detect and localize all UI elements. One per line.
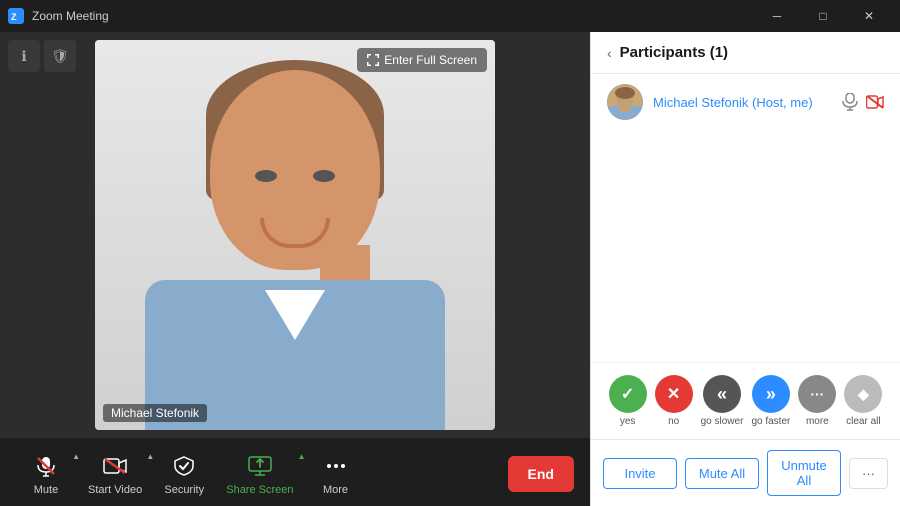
top-icon-bar: ℹ 🛡: [8, 40, 76, 72]
security-button[interactable]: Security: [154, 448, 214, 500]
title-bar-left: Z Zoom Meeting: [8, 8, 109, 24]
svg-text:Z: Z: [11, 12, 17, 22]
participant-name: Michael Stefonik (Host, me): [653, 95, 832, 110]
faster-icon: »: [752, 375, 790, 413]
reaction-no[interactable]: ✕ no: [655, 375, 693, 427]
share-screen-button[interactable]: ▲ Share Screen: [218, 448, 301, 500]
neck: [320, 245, 370, 285]
maximize-button[interactable]: □: [800, 0, 846, 32]
clear-icon: ◆: [844, 375, 882, 413]
main-content: ℹ 🛡: [0, 32, 900, 506]
reaction-clear[interactable]: ◆ clear all: [844, 375, 882, 427]
more-reaction-label: more: [806, 416, 829, 427]
faster-label: go faster: [751, 416, 790, 427]
slower-icon: «: [703, 375, 741, 413]
mute-arrow[interactable]: ▲: [72, 452, 80, 461]
toolbar: ▲ Mute ▲ Start Video: [0, 438, 590, 506]
smile: [260, 218, 330, 248]
no-icon: ✕: [655, 375, 693, 413]
participant-avatar: [607, 84, 643, 120]
share-screen-icon: [246, 452, 274, 480]
security-icon: [170, 452, 198, 480]
yes-icon: ✓: [609, 375, 647, 413]
participant-name-link: Michael Stefonik (Host, me): [653, 95, 813, 110]
video-frame: Enter Full Screen Michael Stefonik: [95, 40, 495, 430]
info-icon: ℹ: [21, 48, 26, 65]
share-arrow[interactable]: ▲: [298, 452, 306, 461]
video-label: Start Video: [88, 484, 142, 496]
minimize-button[interactable]: ─: [754, 0, 800, 32]
no-label: no: [668, 416, 679, 427]
clear-label: clear all: [846, 416, 880, 427]
reaction-slower[interactable]: « go slower: [701, 375, 744, 427]
avatar-image: [607, 84, 643, 120]
participant-video-icon: [866, 95, 884, 109]
portrait-figure: [195, 60, 395, 430]
participant-video: [95, 40, 495, 430]
share-label: Share Screen: [226, 484, 293, 496]
fullscreen-icon: [367, 54, 379, 66]
reaction-yes[interactable]: ✓ yes: [609, 375, 647, 427]
more-reaction-icon: ···: [798, 375, 836, 413]
slower-label: go slower: [701, 416, 744, 427]
fullscreen-button[interactable]: Enter Full Screen: [357, 48, 487, 72]
face: [210, 70, 380, 270]
start-video-button[interactable]: ▲ Start Video: [80, 448, 150, 500]
panel-spacer: [591, 130, 900, 362]
panel-title: Participants (1): [620, 44, 884, 61]
video-icon: [101, 452, 129, 480]
reactions-row: ✓ yes ✕ no « go slower » go faster ··· m…: [591, 362, 900, 439]
close-button[interactable]: ✕: [846, 0, 892, 32]
panel-header: ‹ Participants (1): [591, 32, 900, 74]
participant-item: Michael Stefonik (Host, me): [591, 74, 900, 130]
participant-mic-icon: [842, 93, 858, 111]
participant-status-icons: [842, 93, 884, 111]
shirt-collar: [265, 290, 325, 340]
video-panel: ℹ 🛡: [0, 32, 590, 506]
mic-icon: [32, 452, 60, 480]
end-button[interactable]: End: [508, 456, 574, 492]
app-title: Zoom Meeting: [32, 9, 109, 23]
panel-more-button[interactable]: ···: [849, 458, 888, 489]
shield-icon: 🛡: [51, 48, 69, 65]
info-button[interactable]: ℹ: [8, 40, 40, 72]
mute-label: Mute: [34, 484, 58, 496]
panel-collapse-button[interactable]: ‹: [607, 45, 612, 61]
panel-actions: Invite Mute All Unmute All ···: [591, 439, 900, 506]
zoom-logo: Z: [8, 8, 24, 24]
participants-panel: ‹ Participants (1) Michael Stefonik (Hos…: [590, 32, 900, 506]
title-bar: Z Zoom Meeting ─ □ ✕: [0, 0, 900, 32]
more-button[interactable]: More: [306, 448, 366, 500]
reaction-more[interactable]: ··· more: [798, 375, 836, 427]
mute-button[interactable]: ▲ Mute: [16, 448, 76, 500]
eye-left: [255, 170, 277, 182]
more-icon: [322, 452, 350, 480]
yes-label: yes: [620, 416, 636, 427]
unmute-all-button[interactable]: Unmute All: [767, 450, 841, 496]
fullscreen-label: Enter Full Screen: [384, 53, 477, 67]
invite-button[interactable]: Invite: [603, 458, 677, 489]
more-label: More: [323, 484, 348, 496]
reaction-faster[interactable]: » go faster: [751, 375, 790, 427]
participant-name-label: Michael Stefonik: [103, 404, 207, 422]
video-container: Enter Full Screen Michael Stefonik: [0, 32, 590, 438]
video-arrow[interactable]: ▲: [146, 452, 154, 461]
window-controls: ─ □ ✕: [754, 0, 892, 32]
eye-right: [313, 170, 335, 182]
shield-button[interactable]: 🛡: [44, 40, 76, 72]
mute-all-button[interactable]: Mute All: [685, 458, 759, 489]
security-label: Security: [164, 484, 204, 496]
